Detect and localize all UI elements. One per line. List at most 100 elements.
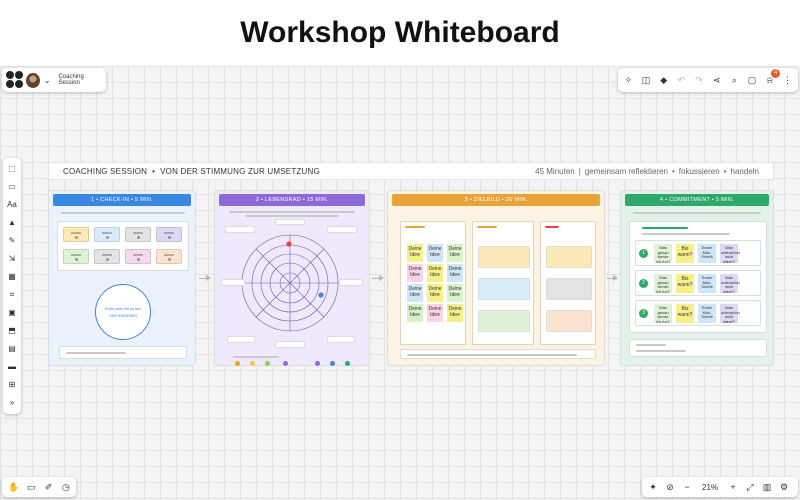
wheel-label[interactable] xyxy=(275,341,305,348)
fit-screen-icon[interactable]: ⤢ xyxy=(745,482,755,492)
board-header[interactable]: COACHING SESSION • VON DER STIMMUNG ZUR UM… xyxy=(48,162,774,180)
sticky-note[interactable]: Bis wann? xyxy=(676,304,694,323)
sticky-note[interactable]: Deine Idee xyxy=(407,284,423,302)
notification-bell-icon[interactable]: ⍾ 4 xyxy=(765,69,781,85)
comment-icon[interactable]: ▤ xyxy=(7,344,17,354)
presentation-icon[interactable]: ▭ xyxy=(27,482,36,492)
sticky-note[interactable]: Deine Idee xyxy=(447,304,463,322)
hand-icon[interactable]: ✋ xyxy=(8,482,19,492)
search-icon[interactable]: ⌕ xyxy=(730,75,739,85)
goal-card[interactable] xyxy=(546,246,592,268)
sticky-note[interactable]: Deine Idee xyxy=(447,264,463,282)
frame-check-in[interactable]: 1 • CHECK-IN • 5 MIN. Schön dass Sie da … xyxy=(48,190,196,366)
table-icon[interactable]: ▦ xyxy=(7,272,17,282)
color-dot[interactable] xyxy=(315,361,320,366)
redo-icon[interactable]: ↷ xyxy=(695,75,704,85)
mood-card[interactable] xyxy=(125,249,151,264)
sticky-note[interactable]: Was genau werde ich tun? xyxy=(654,274,672,293)
upload-icon[interactable]: ⬒ xyxy=(7,326,17,336)
color-dot[interactable] xyxy=(283,361,288,366)
apps-icon[interactable]: ⊞ xyxy=(7,380,17,390)
sticky-note-icon[interactable]: ▭ xyxy=(7,182,17,192)
commitment-row[interactable]: 1 Was genau werde ich tun? Bis wann? Ers… xyxy=(635,240,761,266)
frame-lebensrad[interactable]: 2 • LEBENSRAD • 15 MIN. xyxy=(214,190,370,366)
sticky-note[interactable]: Erster Mini-Schritt xyxy=(698,274,716,293)
frame-zielbild[interactable]: 3 • ZIELBILD • 20 MIN. Deine Idee Deine Id… xyxy=(387,190,605,366)
color-dot[interactable] xyxy=(345,361,350,366)
text-tool-icon[interactable]: Aa xyxy=(7,200,17,210)
shapes-icon[interactable]: ▲ xyxy=(7,218,17,228)
wheel-label[interactable] xyxy=(221,279,245,286)
undo-icon[interactable]: ↶ xyxy=(677,75,686,85)
sticky-note[interactable]: Erster Mini-Schritt xyxy=(698,304,716,323)
color-dot[interactable] xyxy=(330,361,335,366)
sticky-note[interactable]: Bis wann? xyxy=(676,274,694,293)
share-icon[interactable]: ⋖ xyxy=(712,75,721,85)
comments-icon[interactable]: ◫ xyxy=(642,75,651,85)
sticky-note[interactable]: Was unterstützt mich dabei? xyxy=(720,304,740,323)
sticky-note[interactable]: Was genau werde ich tun? xyxy=(654,304,672,323)
circle-input[interactable]: HIER EINGEBEN xyxy=(109,314,136,318)
sticky-note[interactable]: Deine Idee xyxy=(447,284,463,302)
input-box[interactable] xyxy=(59,346,187,359)
sticky-note[interactable]: Deine Idee xyxy=(407,304,423,322)
minimap-icon[interactable]: ▥ xyxy=(762,482,772,492)
check-in-circle[interactable]: Schön dass Sie da sind HIER EINGEBEN xyxy=(95,284,151,340)
eraser-icon[interactable]: ◆ xyxy=(659,75,668,85)
sticky-note[interactable]: Deine Idee xyxy=(407,244,423,262)
sticky-note[interactable]: Deine Idee xyxy=(427,304,443,322)
more-options-icon[interactable]: ⋮ xyxy=(783,75,792,85)
sticky-note[interactable]: Was unterstützt mich dabei? xyxy=(720,244,740,263)
magic-wand-icon[interactable]: ✧ xyxy=(624,75,633,85)
mood-card[interactable] xyxy=(125,227,151,242)
wheel-label[interactable] xyxy=(327,336,355,343)
sticky-note[interactable]: Was unterstützt mich dabei? xyxy=(720,274,740,293)
wheel-label[interactable] xyxy=(225,226,255,233)
mood-card[interactable] xyxy=(156,227,182,242)
ai-sparkle-icon[interactable]: ✦ xyxy=(648,482,658,492)
sticky-note[interactable]: Deine Idee xyxy=(407,264,423,282)
sticky-note[interactable]: Erster Mini-Schritt xyxy=(698,244,716,263)
sticky-note[interactable]: Bis wann? xyxy=(676,244,694,263)
expand-icon[interactable]: » xyxy=(7,398,17,408)
wheel-label[interactable] xyxy=(339,279,363,286)
color-dot[interactable] xyxy=(265,361,270,366)
goal-card[interactable] xyxy=(478,246,530,268)
zoom-in-icon[interactable]: + xyxy=(728,482,738,492)
input-box[interactable] xyxy=(629,339,767,357)
brush-icon[interactable]: ✐ xyxy=(45,482,53,492)
mood-card[interactable] xyxy=(63,249,89,264)
app-logo-icon[interactable] xyxy=(6,71,23,89)
sticky-note[interactable]: Deine Idee xyxy=(427,284,443,302)
wheel-label[interactable] xyxy=(327,226,357,233)
goal-card[interactable] xyxy=(546,278,592,300)
image-icon[interactable]: ▣ xyxy=(7,308,17,318)
sticky-note[interactable]: Was genau werde ich tun? xyxy=(654,244,672,263)
mood-card[interactable] xyxy=(156,249,182,264)
mood-card[interactable] xyxy=(63,227,89,242)
wheel-label[interactable] xyxy=(275,219,305,225)
chevron-down-icon[interactable]: ⌄ xyxy=(44,76,51,85)
board-name[interactable]: Coaching Session xyxy=(58,74,102,86)
mood-card[interactable] xyxy=(94,227,120,242)
sticky-note[interactable]: Deine Idee xyxy=(427,244,443,262)
frame-icon[interactable]: ⌗ xyxy=(7,290,17,300)
help-icon[interactable]: ⚙ xyxy=(779,482,789,492)
sticky-note[interactable]: Deine Idee xyxy=(447,244,463,262)
wheel-label[interactable] xyxy=(227,336,255,343)
chat-icon[interactable]: ▢ xyxy=(748,75,757,85)
commitment-row[interactable]: 3 Was genau werde ich tun? Bis wann? Ers… xyxy=(635,300,761,326)
color-dot[interactable] xyxy=(235,361,240,366)
mood-card[interactable] xyxy=(94,249,120,264)
zoom-out-icon[interactable]: − xyxy=(682,482,692,492)
avatar[interactable] xyxy=(26,72,40,88)
compass-icon[interactable]: ⊘ xyxy=(665,482,675,492)
frame-commitment[interactable]: 4 • COMMITMENT • 5 MIN. 1 Was genau werd… xyxy=(620,190,774,366)
color-dot[interactable] xyxy=(250,361,255,366)
connector-icon[interactable]: ⇲ xyxy=(7,254,17,264)
whiteboard-canvas[interactable]: ⌄ Coaching Session ✧ ◫ ◆ ↶ ↷ ⋖ ⌕ ▢ ⍾ 4 ⋮ … xyxy=(0,66,800,500)
input-box[interactable] xyxy=(400,349,596,359)
commitment-row[interactable]: 2 Was genau werde ich tun? Bis wann? Ers… xyxy=(635,270,761,296)
timer-icon[interactable]: ◷ xyxy=(62,482,70,492)
select-tool-icon[interactable]: ⬚ xyxy=(7,164,17,174)
